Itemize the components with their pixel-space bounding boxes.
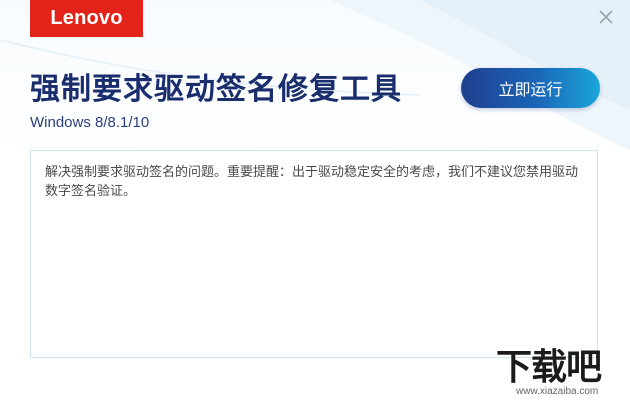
page-title: 强制要求驱动签名修复工具 bbox=[30, 72, 402, 107]
close-icon bbox=[599, 10, 613, 24]
info-box: 解决强制要求驱动签名的问题。重要提醒：出于驱动稳定安全的考虑，我们不建议您禁用驱… bbox=[30, 150, 598, 358]
close-button[interactable] bbox=[596, 7, 616, 27]
watermark-url: www.xiazaiba.com bbox=[516, 386, 599, 397]
lenovo-logo: Lenovo bbox=[30, 0, 143, 37]
os-subtitle: Windows 8/8.1/10 bbox=[30, 114, 150, 131]
info-text: 解决强制要求驱动签名的问题。重要提醒：出于驱动稳定安全的考虑，我们不建议您禁用驱… bbox=[45, 165, 579, 199]
app-window: Lenovo 强制要求驱动签名修复工具 Windows 8/8.1/10 立即运… bbox=[0, 0, 630, 400]
logo-text: Lenovo bbox=[50, 7, 123, 29]
run-now-button[interactable]: 立即运行 bbox=[461, 68, 600, 108]
